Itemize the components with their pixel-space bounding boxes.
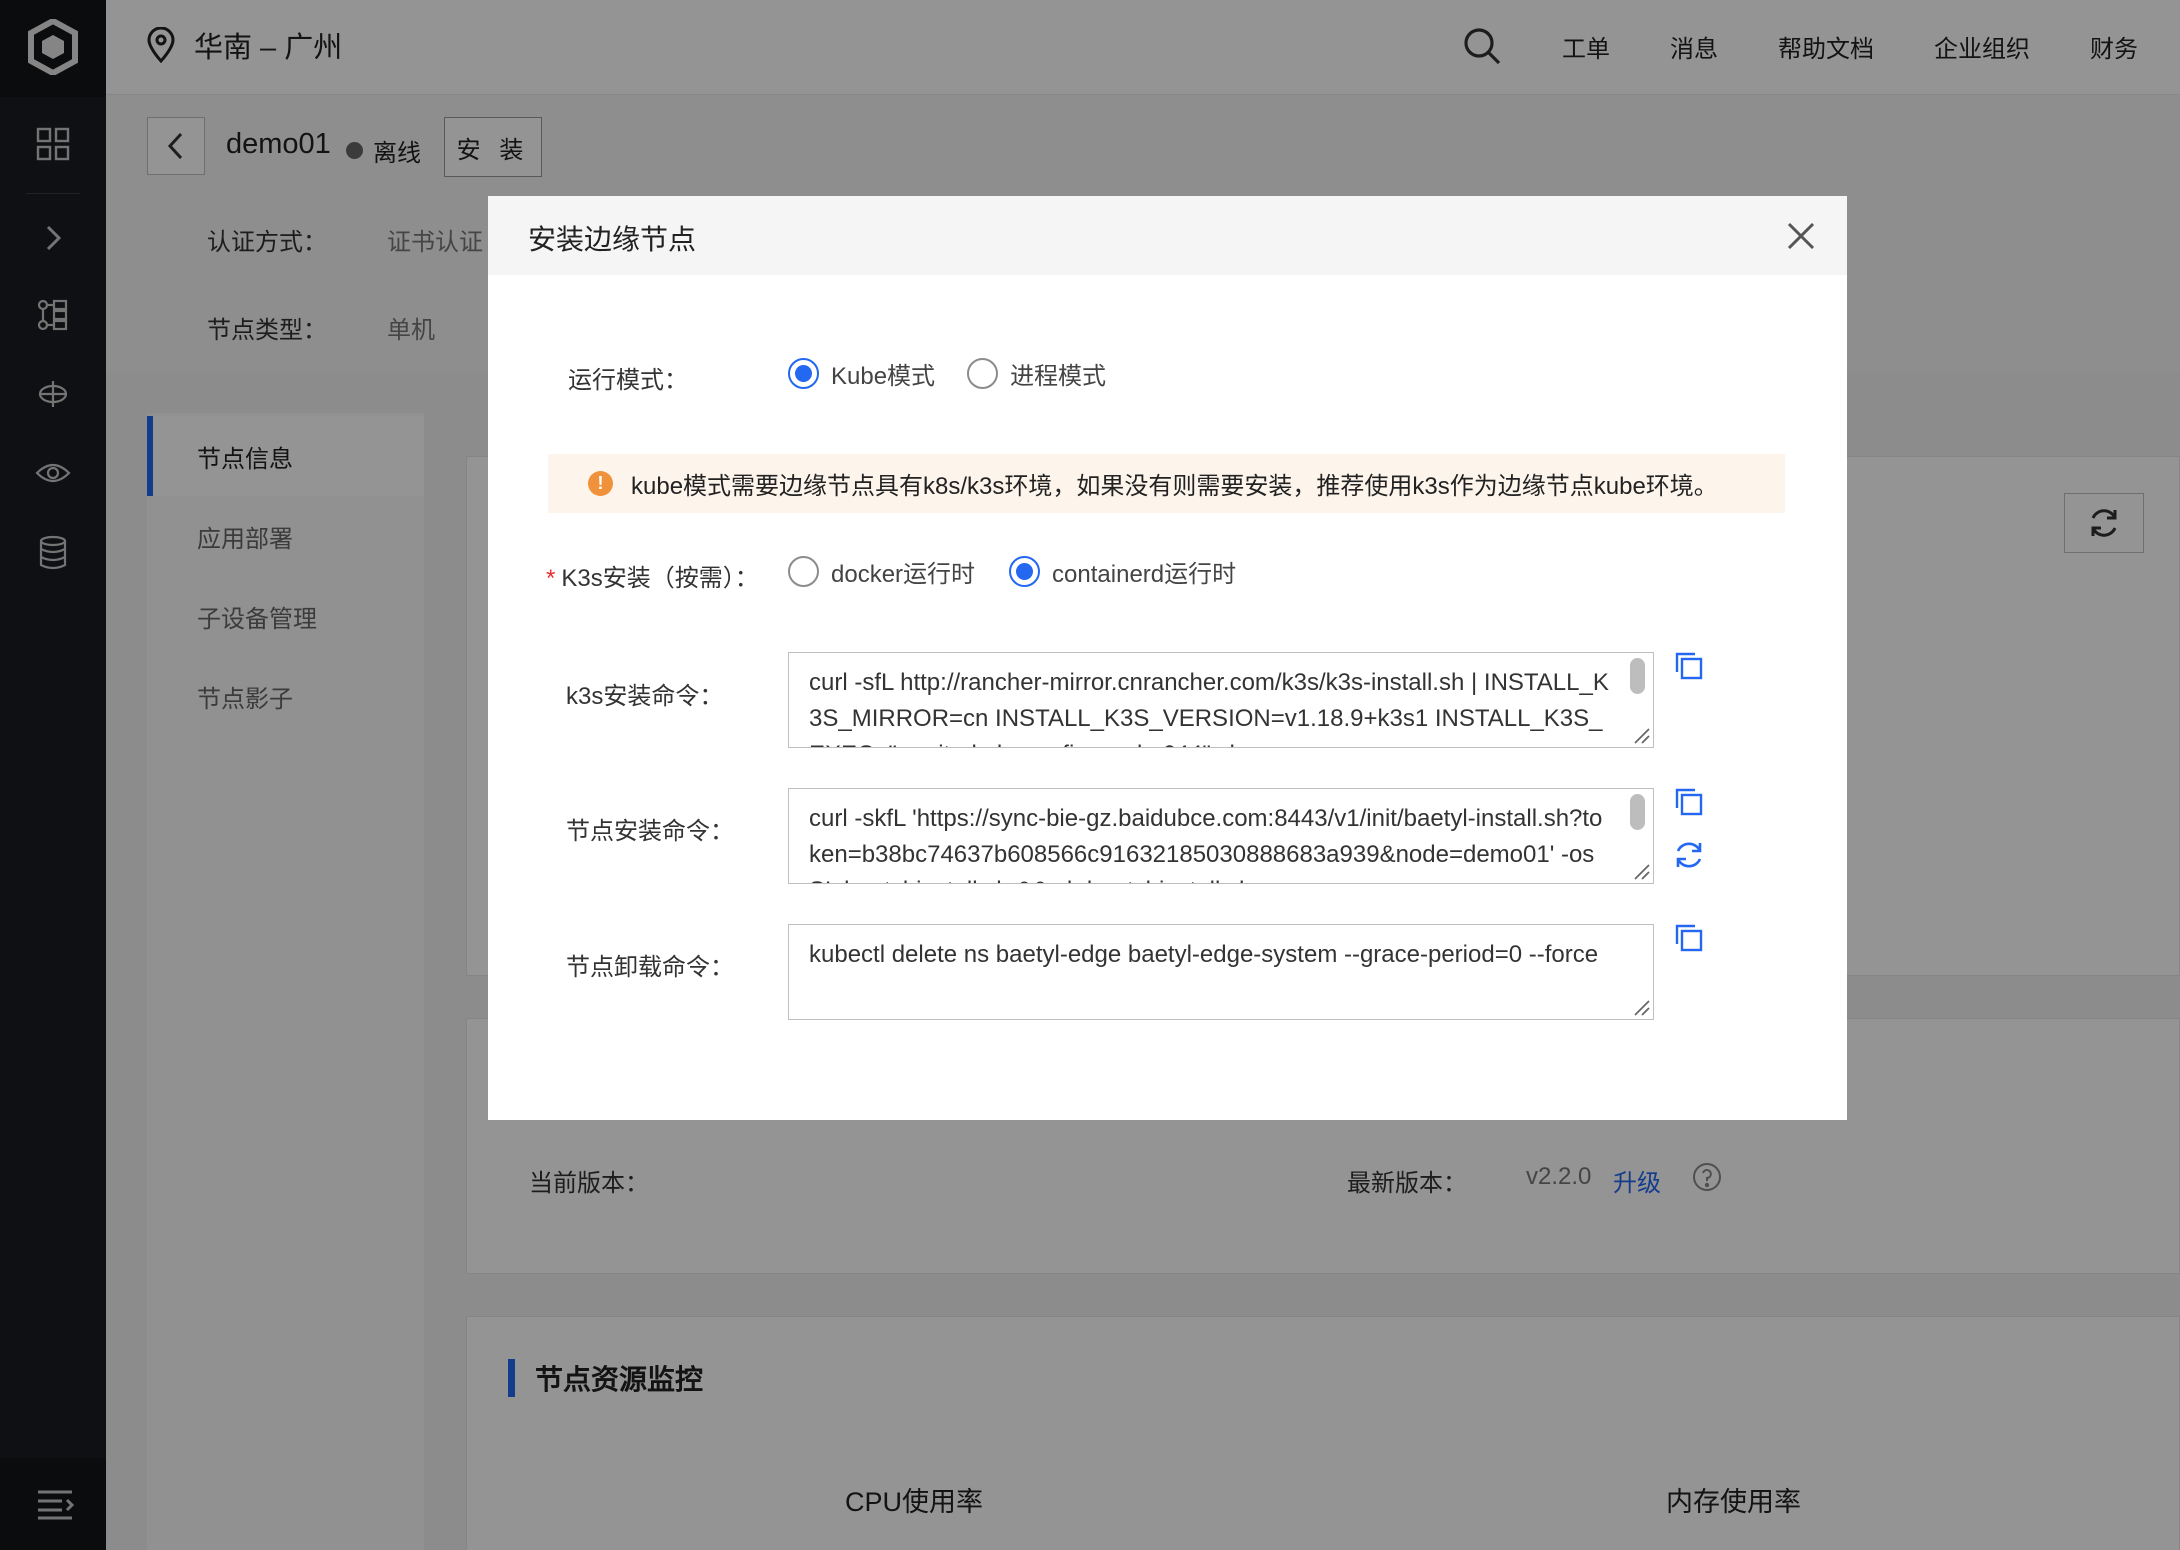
k3s-runtime-radio-group: docker运行时 containerd运行时 [788, 554, 1236, 589]
copy-node-install-cmd-icon[interactable] [1673, 786, 1705, 818]
radio-button[interactable] [967, 358, 999, 389]
k3s-cmd-label: k3s安装命令： [566, 683, 724, 710]
k3s-install-label: * K3s安装（按需）： [546, 558, 759, 593]
k3s-install-label-text: K3s安装（按需）： [561, 565, 759, 592]
radio-label: 进程模式 [1010, 363, 1107, 390]
k3s-cmd-textarea[interactable]: curl -sfL http://rancher-mirror.cnranche… [788, 652, 1654, 748]
required-mark: * [546, 565, 556, 592]
radio-button[interactable] [788, 556, 819, 587]
run-mode-label: 运行模式： [568, 367, 688, 394]
node-install-cmd-label: 节点安装命令： [566, 818, 734, 845]
close-icon[interactable] [1783, 218, 1819, 254]
scrollbar-thumb[interactable] [1630, 794, 1645, 830]
copy-k3s-cmd-icon[interactable] [1673, 650, 1705, 682]
radio-docker-runtime[interactable]: docker运行时 [788, 554, 975, 589]
scrollbar-thumb[interactable] [1630, 658, 1645, 694]
warning-icon: ! [588, 471, 613, 496]
radio-process-mode[interactable]: 进程模式 [967, 356, 1106, 391]
node-uninstall-cmd-label: 节点卸载命令： [566, 954, 734, 981]
radio-button[interactable] [1009, 556, 1041, 587]
radio-label: Kube模式 [831, 363, 936, 390]
modal-title: 安装边缘节点 [528, 224, 697, 255]
kube-mode-alert: ! kube模式需要边缘节点具有k8s/k3s环境，如果没有则需要安装，推荐使用… [548, 454, 1785, 513]
k3s-cmd-text: curl -sfL http://rancher-mirror.cnranche… [809, 669, 1609, 747]
node-uninstall-cmd-text: kubectl delete ns baetyl-edge baetyl-edg… [809, 941, 1599, 968]
radio-label: containerd运行时 [1052, 561, 1237, 588]
resize-handle-icon[interactable] [1629, 995, 1651, 1017]
copy-node-uninstall-cmd-icon[interactable] [1673, 922, 1705, 954]
run-mode-radio-group: Kube模式 进程模式 [788, 356, 1106, 391]
node-install-cmd-textarea[interactable]: curl -skfL 'https://sync-bie-gz.baidubce… [788, 788, 1654, 884]
radio-containerd-runtime[interactable]: containerd运行时 [1009, 554, 1236, 589]
radio-kube-mode[interactable]: Kube模式 [788, 356, 935, 391]
resize-handle-icon[interactable] [1629, 859, 1651, 881]
radio-label: docker运行时 [831, 561, 976, 588]
regenerate-cmd-icon[interactable] [1673, 839, 1705, 871]
resize-handle-icon[interactable] [1629, 723, 1651, 745]
alert-text: kube模式需要边缘节点具有k8s/k3s环境，如果没有则需要安装，推荐使用k3… [631, 473, 1718, 500]
node-install-cmd-text: curl -skfL 'https://sync-bie-gz.baidubce… [809, 805, 1603, 883]
radio-button[interactable] [788, 358, 819, 389]
modal-header: 安装边缘节点 [488, 196, 1847, 275]
install-edge-node-dialog: 安装边缘节点 运行模式： Kube模式 进程模式 ! kube模式需要边缘节点具… [488, 196, 1847, 1120]
node-uninstall-cmd-textarea[interactable]: kubectl delete ns baetyl-edge baetyl-edg… [788, 924, 1654, 1020]
